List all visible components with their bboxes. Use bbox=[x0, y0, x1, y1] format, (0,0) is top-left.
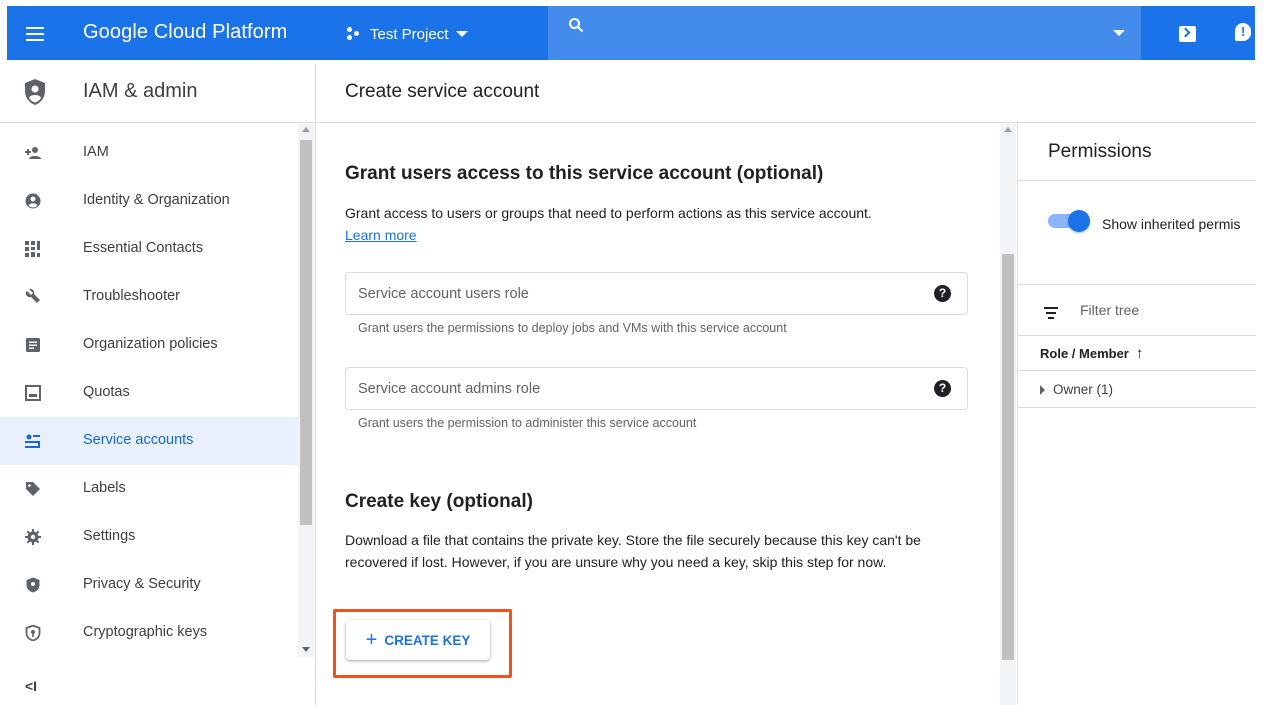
grant-access-description: Grant access to users or groups that nee… bbox=[345, 202, 965, 246]
hamburger-menu-icon[interactable] bbox=[26, 27, 44, 45]
role-member-column-header[interactable]: Role / Member ↑ bbox=[1040, 345, 1143, 362]
sidebar-item-organization-policies[interactable]: Organization policies bbox=[0, 321, 298, 369]
service-account-admins-role-input[interactable]: Service account admins role ? bbox=[345, 367, 968, 410]
iam-shield-icon bbox=[25, 79, 45, 105]
nav-scrollbar-thumb[interactable] bbox=[300, 140, 312, 525]
help-icon[interactable]: ? bbox=[934, 380, 951, 397]
highlight-annotation-box bbox=[333, 609, 512, 678]
document-icon bbox=[26, 338, 40, 352]
project-name: Test Project bbox=[370, 25, 449, 43]
chevron-down-icon bbox=[456, 31, 469, 37]
sidebar-item-troubleshooter[interactable]: Troubleshooter bbox=[0, 273, 298, 321]
permissions-divider bbox=[1018, 284, 1256, 285]
page-title: Create service account bbox=[345, 81, 540, 102]
nav-scroll-up-icon[interactable] bbox=[302, 127, 310, 132]
service-account-icon bbox=[25, 434, 40, 448]
search-input[interactable] bbox=[548, 6, 1141, 60]
sidebar-item-service-accounts[interactable]: Service accounts bbox=[0, 417, 298, 465]
tag-icon bbox=[26, 482, 40, 496]
sidebar-item-label: Essential Contacts bbox=[83, 240, 204, 256]
sidebar-item-quotas[interactable]: Quotas bbox=[0, 369, 298, 417]
create-key-title: Create key (optional) bbox=[345, 491, 533, 512]
permissions-divider bbox=[1018, 335, 1256, 336]
role-member-header-label: Role / Member bbox=[1040, 346, 1129, 361]
page-header: Create service account bbox=[316, 64, 1256, 123]
expand-arrow-icon[interactable] bbox=[1040, 384, 1045, 395]
sidebar-item-iam[interactable]: IAM bbox=[0, 129, 298, 177]
project-dots-icon bbox=[347, 27, 363, 41]
shield-icon bbox=[26, 577, 40, 593]
sidebar-item-label: Privacy & Security bbox=[83, 576, 201, 592]
project-picker[interactable]: Test Project bbox=[347, 22, 469, 46]
brand-title[interactable]: Google Cloud Platform bbox=[83, 21, 287, 44]
permissions-divider bbox=[1018, 407, 1256, 408]
permissions-divider bbox=[1018, 180, 1256, 181]
left-navigation: IAM & admin IAM Identity & Organization … bbox=[0, 64, 316, 705]
nav-title: IAM & admin bbox=[83, 80, 198, 102]
admins-role-hint: Grant users the permission to administer… bbox=[358, 416, 697, 430]
filter-tree-input[interactable]: Filter tree bbox=[1080, 302, 1139, 318]
sidebar-item-labels[interactable]: Labels bbox=[0, 465, 298, 513]
admins-role-placeholder: Service account admins role bbox=[358, 381, 541, 397]
tree-row-owner[interactable]: Owner (1) bbox=[1040, 382, 1113, 397]
show-inherited-label: Show inherited permis bbox=[1102, 216, 1241, 232]
sidebar-item-label: Cryptographic keys bbox=[83, 624, 208, 640]
sort-ascending-icon: ↑ bbox=[1135, 345, 1144, 362]
search-dropdown-icon[interactable] bbox=[1113, 30, 1125, 36]
add-person-icon bbox=[25, 147, 41, 159]
sidebar-item-label: Service accounts bbox=[83, 432, 194, 448]
filter-icon bbox=[1044, 307, 1058, 322]
nav-scroll-down-icon[interactable] bbox=[302, 647, 310, 652]
sidebar-item-label: Quotas bbox=[83, 384, 130, 400]
wrench-icon bbox=[25, 289, 40, 303]
search-icon bbox=[569, 18, 584, 33]
sidebar-item-label: Organization policies bbox=[83, 336, 218, 352]
sidebar-item-label: Troubleshooter bbox=[83, 288, 180, 304]
permissions-title: Permissions bbox=[1048, 141, 1152, 162]
key-shield-icon bbox=[25, 625, 41, 641]
show-inherited-toggle[interactable] bbox=[1048, 210, 1090, 232]
service-account-users-role-input[interactable]: Service account users role ? bbox=[345, 272, 968, 315]
gear-icon bbox=[25, 529, 41, 545]
sidebar-item-label: Labels bbox=[83, 480, 126, 496]
users-role-placeholder: Service account users role bbox=[358, 286, 529, 302]
sidebar-item-label: IAM bbox=[83, 144, 109, 160]
sidebar-item-cryptographic-keys[interactable]: Cryptographic keys bbox=[0, 609, 298, 657]
main-scrollbar-thumb[interactable] bbox=[1002, 254, 1014, 660]
learn-more-link[interactable]: Learn more bbox=[345, 227, 417, 243]
feedback-icon[interactable] bbox=[1235, 23, 1251, 41]
sidebar-item-label: Identity & Organization bbox=[83, 192, 230, 208]
permissions-panel: Permissions Show inherited permis Filter… bbox=[1017, 124, 1256, 705]
quota-icon bbox=[25, 385, 41, 401]
account-circle-icon bbox=[25, 193, 41, 209]
cloud-shell-icon[interactable] bbox=[1179, 26, 1196, 42]
permissions-divider bbox=[1018, 370, 1256, 371]
main-scroll-up-icon[interactable] bbox=[1004, 127, 1012, 132]
top-app-bar: Google Cloud Platform Test Project bbox=[0, 0, 1266, 64]
tree-row-label: Owner (1) bbox=[1053, 382, 1114, 397]
help-icon[interactable]: ? bbox=[934, 285, 951, 302]
top-app-bar-inner: Google Cloud Platform Test Project bbox=[7, 6, 1255, 60]
sidebar-item-privacy-security[interactable]: Privacy & Security bbox=[0, 561, 298, 609]
sidebar-item-settings[interactable]: Settings bbox=[0, 513, 298, 561]
users-role-hint: Grant users the permissions to deploy jo… bbox=[358, 321, 787, 335]
sidebar-item-label: Settings bbox=[83, 528, 136, 544]
contacts-grid-icon bbox=[25, 241, 40, 257]
collapse-nav-button[interactable]: <I bbox=[25, 678, 37, 694]
create-key-description: Download a file that contains the privat… bbox=[345, 532, 921, 570]
sidebar-item-identity-organization[interactable]: Identity & Organization bbox=[0, 177, 298, 225]
nav-header: IAM & admin bbox=[0, 64, 315, 123]
sidebar-item-essential-contacts[interactable]: Essential Contacts bbox=[0, 225, 298, 273]
grant-access-title: Grant users access to this service accou… bbox=[345, 163, 824, 184]
grant-access-description-text: Grant access to users or groups that nee… bbox=[345, 205, 872, 221]
